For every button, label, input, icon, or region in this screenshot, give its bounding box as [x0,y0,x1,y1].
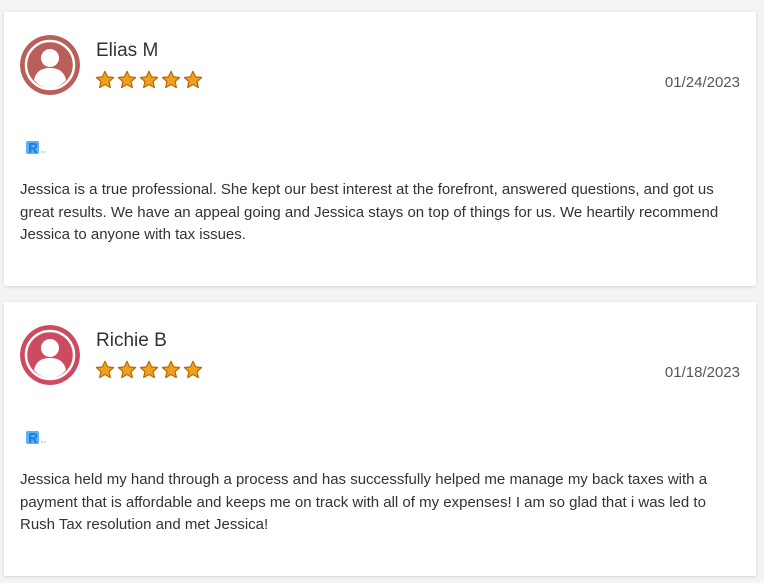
star-rating [95,70,203,90]
star-icon [117,70,137,90]
star-icon [183,360,203,380]
star-icon [95,70,115,90]
star-rating [95,360,203,380]
star-icon [183,70,203,90]
user-icon [20,35,80,95]
avatar [20,35,80,95]
review-text: Jessica held my hand through a process a… [20,471,708,533]
review-text: Jessica is a true professional. She kept… [20,181,719,243]
review-date: 01/18/2023 [664,364,740,381]
review-card: Elias M 01/24/2023 Jessica is a true pro… [4,12,756,286]
reviewer-name: Elias M [96,40,159,61]
reviewer-name: Richie B [96,330,167,351]
user-icon [20,325,80,385]
star-icon [161,360,181,380]
star-icon [139,70,159,90]
review-card: Richie B 01/18/2023 Jessica held my hand… [4,302,756,576]
review-list: Elias M 01/24/2023 Jessica is a true pro… [0,0,764,583]
source-logo-icon[interactable] [26,140,52,156]
star-icon [117,360,137,380]
source-logo-icon[interactable] [26,430,52,446]
review-date: 01/24/2023 [664,74,740,91]
star-icon [95,360,115,380]
star-icon [139,360,159,380]
star-icon [161,70,181,90]
avatar [20,325,80,385]
